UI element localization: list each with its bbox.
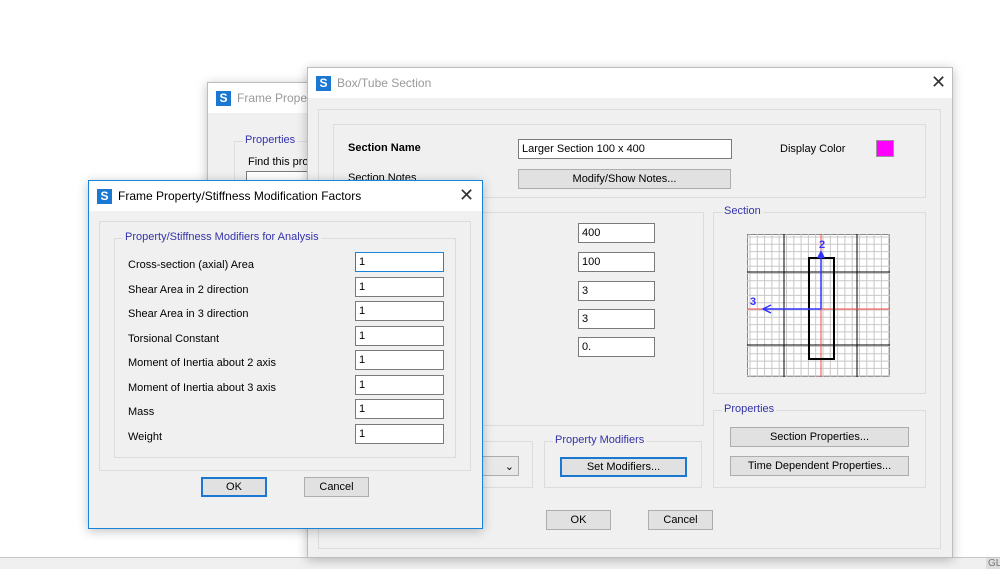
dimension-input-4[interactable]: 3 [578, 309, 655, 329]
section-name-label: Section Name [348, 142, 421, 154]
bottom-bar [0, 557, 1000, 569]
corner-text: GL [986, 558, 1000, 569]
ok-button[interactable]: OK [546, 510, 611, 530]
modifier-label: Shear Area in 3 direction [128, 308, 249, 320]
dimension-input-5[interactable]: 0. [578, 337, 655, 357]
modifier-input[interactable]: 1 [355, 301, 444, 321]
modifier-input[interactable]: 1 [355, 276, 444, 297]
display-color-label: Display Color [780, 143, 846, 155]
dialog-title: Frame Property/Stiffness Modification Fa… [118, 189, 362, 203]
modifier-input[interactable]: 1 [355, 423, 444, 444]
modifier-label: Cross-section (axial) Area [128, 259, 254, 271]
section-properties-button[interactable]: Section Properties... [730, 427, 909, 447]
modifier-label: Moment of Inertia about 2 axis [128, 357, 276, 369]
title-bar: S Box/Tube Section [308, 68, 952, 98]
modifier-input[interactable]: 1 [355, 350, 444, 370]
window-title: Frame Proper [237, 91, 312, 105]
modifier-label: Torsional Constant [128, 332, 220, 345]
dimension-input-2[interactable]: 100 [578, 252, 655, 272]
modifier-label: Shear Area in 2 direction [128, 283, 249, 296]
app-logo-icon: S [316, 75, 331, 91]
set-modifiers-button[interactable]: Set Modifiers... [560, 457, 687, 477]
close-icon[interactable]: ✕ [459, 185, 474, 206]
modifier-input[interactable]: 1 [355, 325, 444, 346]
cancel-button[interactable]: Cancel [304, 477, 369, 497]
modification-factors-dialog: S Frame Property/Stiffness Modification F… [88, 180, 483, 529]
properties-group: Properties [713, 403, 926, 488]
modifier-input[interactable]: 1 [355, 374, 444, 395]
app-logo-icon: S [97, 188, 112, 204]
dimension-input-3[interactable]: 3 [578, 281, 655, 301]
app-logo-icon: S [216, 90, 231, 106]
section-name-input[interactable]: Larger Section 100 x 400 [518, 139, 732, 159]
modifier-input[interactable]: 1 [355, 399, 444, 419]
dimension-input-1[interactable]: 400 [578, 223, 655, 243]
group-label: Property Modifiers [553, 434, 647, 446]
cancel-button[interactable]: Cancel [648, 510, 713, 530]
group-label: Properties [722, 403, 777, 415]
modify-notes-button[interactable]: Modify/Show Notes... [518, 169, 731, 189]
group-label: Property/Stiffness Modifiers for Analysi… [123, 231, 321, 243]
section-preview: 23 [747, 234, 890, 377]
axis-2-label: 2 [819, 239, 825, 251]
ok-button[interactable]: OK [201, 477, 267, 497]
group-label: Section [722, 205, 763, 217]
group-label: Properties [243, 134, 298, 146]
time-dependent-properties-button[interactable]: Time Dependent Properties... [730, 456, 909, 476]
modifier-label: Mass [128, 406, 155, 418]
axis-3-label: 3 [750, 296, 756, 308]
display-color-swatch[interactable] [876, 140, 894, 157]
close-icon[interactable]: ✕ [931, 72, 946, 93]
modifier-input[interactable]: 1 [355, 252, 444, 272]
chevron-down-icon: ⌄ [504, 460, 514, 473]
find-label: Find this prop [248, 156, 315, 168]
modifier-label: Moment of Inertia about 3 axis [128, 381, 276, 394]
modifier-label: Weight [128, 430, 163, 443]
title-bar: S Frame Property/Stiffness Modification F… [89, 181, 482, 211]
window-title: Box/Tube Section [337, 76, 432, 90]
